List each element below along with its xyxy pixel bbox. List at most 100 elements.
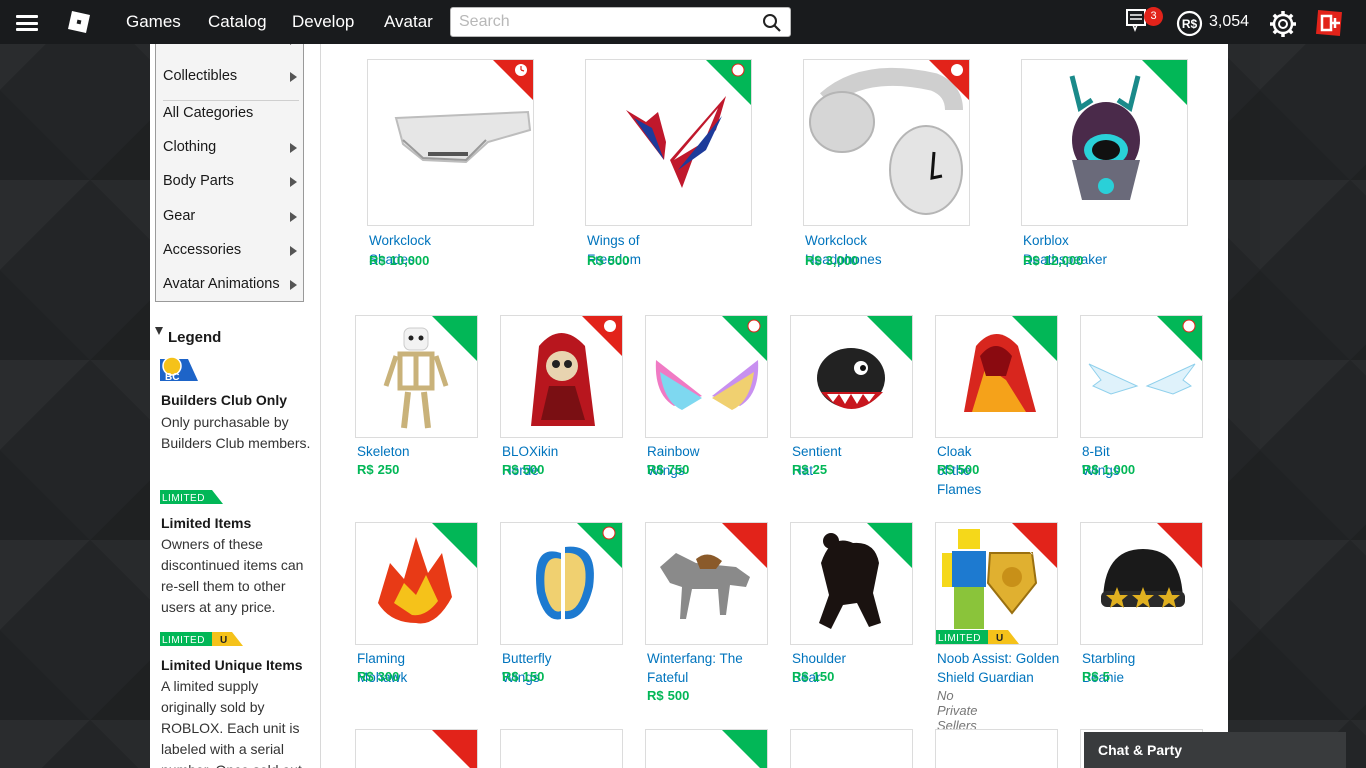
category-label: Clothing	[163, 139, 217, 155]
chevron-right-icon	[290, 72, 297, 82]
category-collectibles[interactable]: Collectibles	[163, 68, 299, 84]
item-name[interactable]: Noob Assist: Golden Shield Guardian	[937, 649, 1062, 687]
nav-avatar[interactable]: Avatar	[384, 12, 433, 32]
item-thumbnail[interactable]: SALE	[585, 59, 752, 226]
robux-symbol: R$	[502, 669, 519, 684]
timer-ribbon-icon	[582, 316, 622, 356]
item-thumbnail[interactable]: SALE	[645, 315, 768, 438]
menu-icon[interactable]	[16, 15, 38, 31]
item-price: R$ 150	[792, 669, 834, 684]
sale-ribbon-icon: SALE	[577, 523, 622, 568]
item-price: R$ 500	[502, 462, 544, 477]
legend-limited-unique-desc: A limited supply originally sold by ROBL…	[161, 678, 302, 768]
robux-symbol: R$	[1082, 669, 1099, 684]
item-price-value: 750	[667, 462, 690, 477]
legend-bc-desc: Only purchasable by Builders Club member…	[161, 414, 311, 451]
settings-gear-icon[interactable]	[1268, 9, 1298, 39]
category-label: Accessories	[163, 242, 242, 258]
legend-bc-title: Builders Club Only	[161, 392, 288, 408]
item-thumbnail[interactable]: SALE	[935, 315, 1058, 438]
item-thumbnail[interactable]: NEW	[1080, 522, 1203, 645]
category-gear[interactable]: Gear	[163, 208, 299, 224]
item-price: R$ 150	[502, 669, 544, 684]
item-price-value: 150	[812, 669, 835, 684]
category-label: Avatar Animations	[163, 276, 280, 292]
item-price: R$ 300	[357, 669, 399, 684]
catalog-item-grid: Workclock Shades R$ 10,000 SALE Wings of …	[321, 44, 1228, 768]
limited-unique-tag-icon: LIMITED U	[936, 630, 1019, 644]
item-price-value: 500	[667, 688, 690, 703]
item-thumbnail[interactable]: SALE	[790, 315, 913, 438]
item-name[interactable]: Winterfang: The Fateful	[647, 649, 767, 687]
item-thumbnail[interactable]: NEW LIMITED U	[935, 522, 1058, 645]
new-ribbon-icon: NEW	[1012, 523, 1057, 568]
item-thumbnail[interactable]: SALE	[355, 315, 478, 438]
item-price-value: 500	[957, 462, 980, 477]
robux-symbol: R$	[937, 462, 954, 477]
item-thumbnail[interactable]	[935, 729, 1058, 768]
limited-tag-text: LIMITED	[162, 493, 205, 504]
category-menu: Featured Collectibles All Categories Clo…	[155, 24, 304, 302]
legend-limited-desc: Owners of these discontinued items can r…	[161, 536, 304, 615]
item-thumbnail[interactable]: SALE	[1021, 59, 1188, 226]
item-price-value: 150	[522, 669, 545, 684]
top-navigation-bar: Games Catalog Develop Avatar 3 R$ 3,054	[0, 0, 1366, 44]
item-thumbnail[interactable]: SALE	[1080, 315, 1203, 438]
robux-symbol: R$	[1082, 462, 1099, 477]
legend-limited-unique-title: Limited Unique Items	[161, 657, 303, 673]
item-thumbnail[interactable]: SALE	[355, 522, 478, 645]
robux-balance[interactable]: 3,054	[1209, 13, 1249, 31]
nav-develop[interactable]: Develop	[292, 12, 354, 32]
sale-ribbon-icon: SALE	[1012, 316, 1057, 361]
category-body-parts[interactable]: Body Parts	[163, 173, 299, 189]
item-thumbnail[interactable]: NEW	[645, 522, 768, 645]
item-price-value: 300	[377, 669, 400, 684]
sale-ribbon-icon: SALE	[432, 316, 477, 361]
roblox-logo-icon[interactable]	[67, 10, 91, 34]
item-thumbnail[interactable]: NEW	[355, 729, 478, 768]
item-thumbnail[interactable]: SALE	[645, 729, 768, 768]
item-price: R$ 500	[587, 253, 629, 268]
category-divider	[163, 100, 299, 101]
sale-ribbon-icon: SALE	[722, 730, 767, 768]
chat-party-button[interactable]: Chat & Party	[1084, 732, 1346, 768]
legend-heading[interactable]: Legend	[168, 329, 221, 346]
category-clothing[interactable]: Clothing	[163, 139, 299, 155]
item-price-value: 10,000	[389, 253, 430, 268]
item-thumbnail[interactable]	[367, 59, 534, 226]
robux-symbol: R$	[647, 688, 664, 703]
item-thumbnail[interactable]: SALE	[500, 522, 623, 645]
sale-ribbon-icon: SALE	[867, 523, 912, 568]
item-thumbnail[interactable]	[500, 315, 623, 438]
notification-count-badge: 3	[1144, 7, 1163, 26]
item-thumbnail[interactable]	[790, 729, 913, 768]
item-price-value: 500	[522, 462, 545, 477]
collapse-triangle-icon[interactable]	[155, 327, 163, 335]
no-private-sellers-note: No Private Sellers	[937, 688, 978, 733]
robux-symbol: R$	[1023, 253, 1040, 268]
robux-icon[interactable]: R$	[1176, 10, 1203, 37]
item-name[interactable]: Skeleton	[357, 442, 410, 461]
limited-u-tag-text: LIMITED	[938, 633, 981, 644]
category-avatar-animations[interactable]: Avatar Animations	[163, 276, 299, 292]
item-price-value: 250	[377, 462, 400, 477]
search-icon[interactable]	[762, 13, 782, 33]
chevron-right-icon	[290, 177, 297, 187]
chevron-right-icon	[290, 246, 297, 256]
category-label: Collectibles	[163, 68, 238, 84]
search-input[interactable]	[459, 12, 749, 32]
robux-symbol: R$	[792, 462, 809, 477]
builders-club-icon[interactable]	[1315, 8, 1345, 38]
item-thumbnail[interactable]: SALE	[790, 522, 913, 645]
category-all[interactable]: All Categories	[163, 105, 299, 121]
robux-symbol: R$	[587, 253, 604, 268]
category-accessories[interactable]: Accessories	[163, 242, 299, 258]
nav-catalog[interactable]: Catalog	[208, 12, 267, 32]
item-thumbnail[interactable]	[803, 59, 970, 226]
nav-games[interactable]: Games	[126, 12, 181, 32]
limited-tag-icon: LIMITED	[160, 490, 223, 504]
item-thumbnail[interactable]	[500, 729, 623, 768]
new-ribbon-icon: NEW	[722, 523, 767, 568]
robux-symbol: R$	[357, 669, 374, 684]
item-price: R$ 25	[792, 462, 827, 477]
